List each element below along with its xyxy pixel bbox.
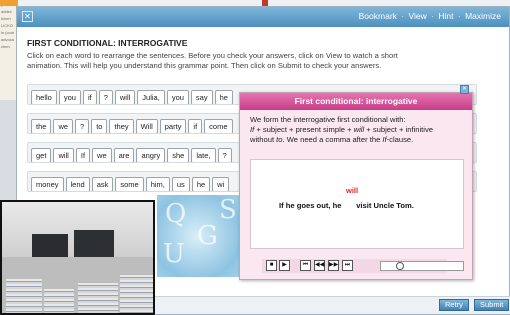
word-chip[interactable]: the — [31, 119, 52, 133]
word-chip[interactable]: get — [31, 148, 52, 162]
animation-panel: will If he goes out, he visit Uncle Tom. — [250, 159, 464, 249]
menu-separator: · — [401, 11, 405, 21]
word-chip[interactable]: some — [115, 177, 144, 191]
word-chip[interactable]: party — [159, 119, 187, 133]
formula-line2-end: . We need a comma after the — [282, 135, 383, 144]
word-chip[interactable]: to — [91, 119, 108, 133]
word-chip[interactable]: wi — [212, 177, 230, 191]
word-chip[interactable]: they — [109, 119, 134, 133]
word-chip[interactable]: hello — [31, 90, 57, 104]
submit-button[interactable]: Submit — [474, 299, 510, 311]
popup-explanation: We form the interrogative first conditio… — [240, 110, 472, 145]
word-chip[interactable]: angry — [136, 148, 166, 162]
popup-title: First conditional: interrogative — [240, 93, 472, 110]
exercise-title: FIRST CONDITIONAL: INTERROGATIVE — [27, 38, 188, 48]
skip-to-start-icon[interactable]: ⏮ — [300, 260, 311, 271]
word-chip[interactable]: him, — [145, 177, 170, 191]
word-chip[interactable]: us — [171, 177, 190, 191]
maximize-link[interactable]: Maximize — [465, 11, 501, 21]
doc-line: LICKO — [1, 23, 14, 28]
photo-book-stack — [120, 275, 153, 313]
word-chip[interactable]: she — [167, 148, 190, 162]
word-chip[interactable]: ask — [91, 177, 114, 191]
media-controls: ■ ▶ ⏮ ◀◀ ▶▶ ⏭ — [262, 259, 464, 273]
doc-line: chen — [1, 44, 10, 49]
window-close-button[interactable]: ✕ — [22, 11, 33, 22]
word-chip[interactable]: if — [188, 119, 203, 133]
word-chip[interactable]: will — [114, 90, 136, 104]
word-chip[interactable]: say — [190, 90, 213, 104]
word-chip[interactable]: If — [75, 148, 91, 162]
formula-line2-tail: -clause. — [386, 135, 414, 144]
word-chip[interactable]: are — [113, 148, 135, 162]
play-icon[interactable]: ▶ — [279, 260, 290, 271]
bookmark-link[interactable]: Bookmark — [359, 11, 397, 21]
animation-sentence: If he goes out, he visit Uncle Tom. — [279, 201, 414, 210]
menu-separator: · — [431, 11, 434, 21]
photo-book-stack — [78, 283, 118, 313]
word-chip[interactable]: ? — [75, 119, 90, 133]
doc-line: addec — [1, 9, 12, 14]
stop-icon[interactable]: ■ — [266, 260, 277, 271]
skip-to-end-icon[interactable]: ⏭ — [342, 260, 353, 271]
word-chip[interactable]: come — [204, 119, 233, 133]
word-chip[interactable]: Will — [135, 119, 158, 133]
menu-separator: · — [457, 11, 461, 21]
word-chip[interactable]: we — [92, 148, 112, 162]
exercise-instructions: Click on each word to rearrange the sent… — [27, 51, 398, 70]
photo-book-stack — [44, 289, 74, 313]
classroom-photo — [0, 200, 155, 315]
word-chip[interactable]: we — [53, 119, 74, 133]
formula-end: + subject + infinitive — [364, 125, 433, 134]
popup-close-button[interactable]: ✕ — [460, 85, 469, 94]
formula-mid: + subject + present simple + — [254, 125, 354, 134]
window-menu: Bookmark · View · Hint · Maximize — [357, 11, 501, 21]
formula-line2-start: without — [250, 135, 277, 144]
word-chip[interactable]: lend — [65, 177, 90, 191]
popup-intro: We form the interrogative first conditio… — [250, 115, 406, 124]
formula-will: will — [353, 125, 365, 134]
popup-formula: If + subject + present simple + will + s… — [250, 125, 464, 135]
word-chip[interactable]: he — [214, 90, 233, 104]
popup-formula-line2: without to. We need a comma after the If… — [250, 135, 464, 145]
doc-line: advoca — [1, 37, 14, 42]
progress-knob[interactable] — [396, 262, 404, 270]
word-chip[interactable]: late, — [191, 148, 216, 162]
word-chip[interactable]: ? — [98, 90, 113, 104]
doc-line: tchen — [1, 16, 11, 21]
rewind-icon[interactable]: ◀◀ — [314, 260, 325, 271]
word-chip[interactable]: Julia, — [137, 90, 165, 104]
animation-highlight-word: will — [346, 186, 359, 195]
grammar-popup: ✕ First conditional: interrogative We fo… — [239, 85, 473, 280]
word-chip[interactable]: will — [53, 148, 74, 162]
photo-book-stack — [6, 279, 42, 313]
progress-slider[interactable] — [380, 261, 464, 271]
doc-line: in (cour — [1, 30, 15, 35]
word-chip[interactable]: if — [82, 90, 97, 104]
exercise-header: FIRST CONDITIONAL: INTERROGATIVE Click o… — [27, 38, 467, 71]
hint-link[interactable]: Hint — [438, 11, 453, 21]
view-link[interactable]: View — [409, 11, 427, 21]
word-chip[interactable]: you — [166, 90, 189, 104]
word-chip[interactable]: he — [191, 177, 211, 191]
window-titlebar: ✕ Bookmark · View · Hint · Maximize — [17, 7, 509, 27]
word-chip[interactable]: ? — [217, 148, 232, 162]
retry-button[interactable]: Retry — [439, 299, 469, 311]
word-chip[interactable]: you — [58, 90, 81, 104]
fast-forward-icon[interactable]: ▶▶ — [328, 260, 339, 271]
word-chip[interactable]: money — [31, 177, 64, 191]
